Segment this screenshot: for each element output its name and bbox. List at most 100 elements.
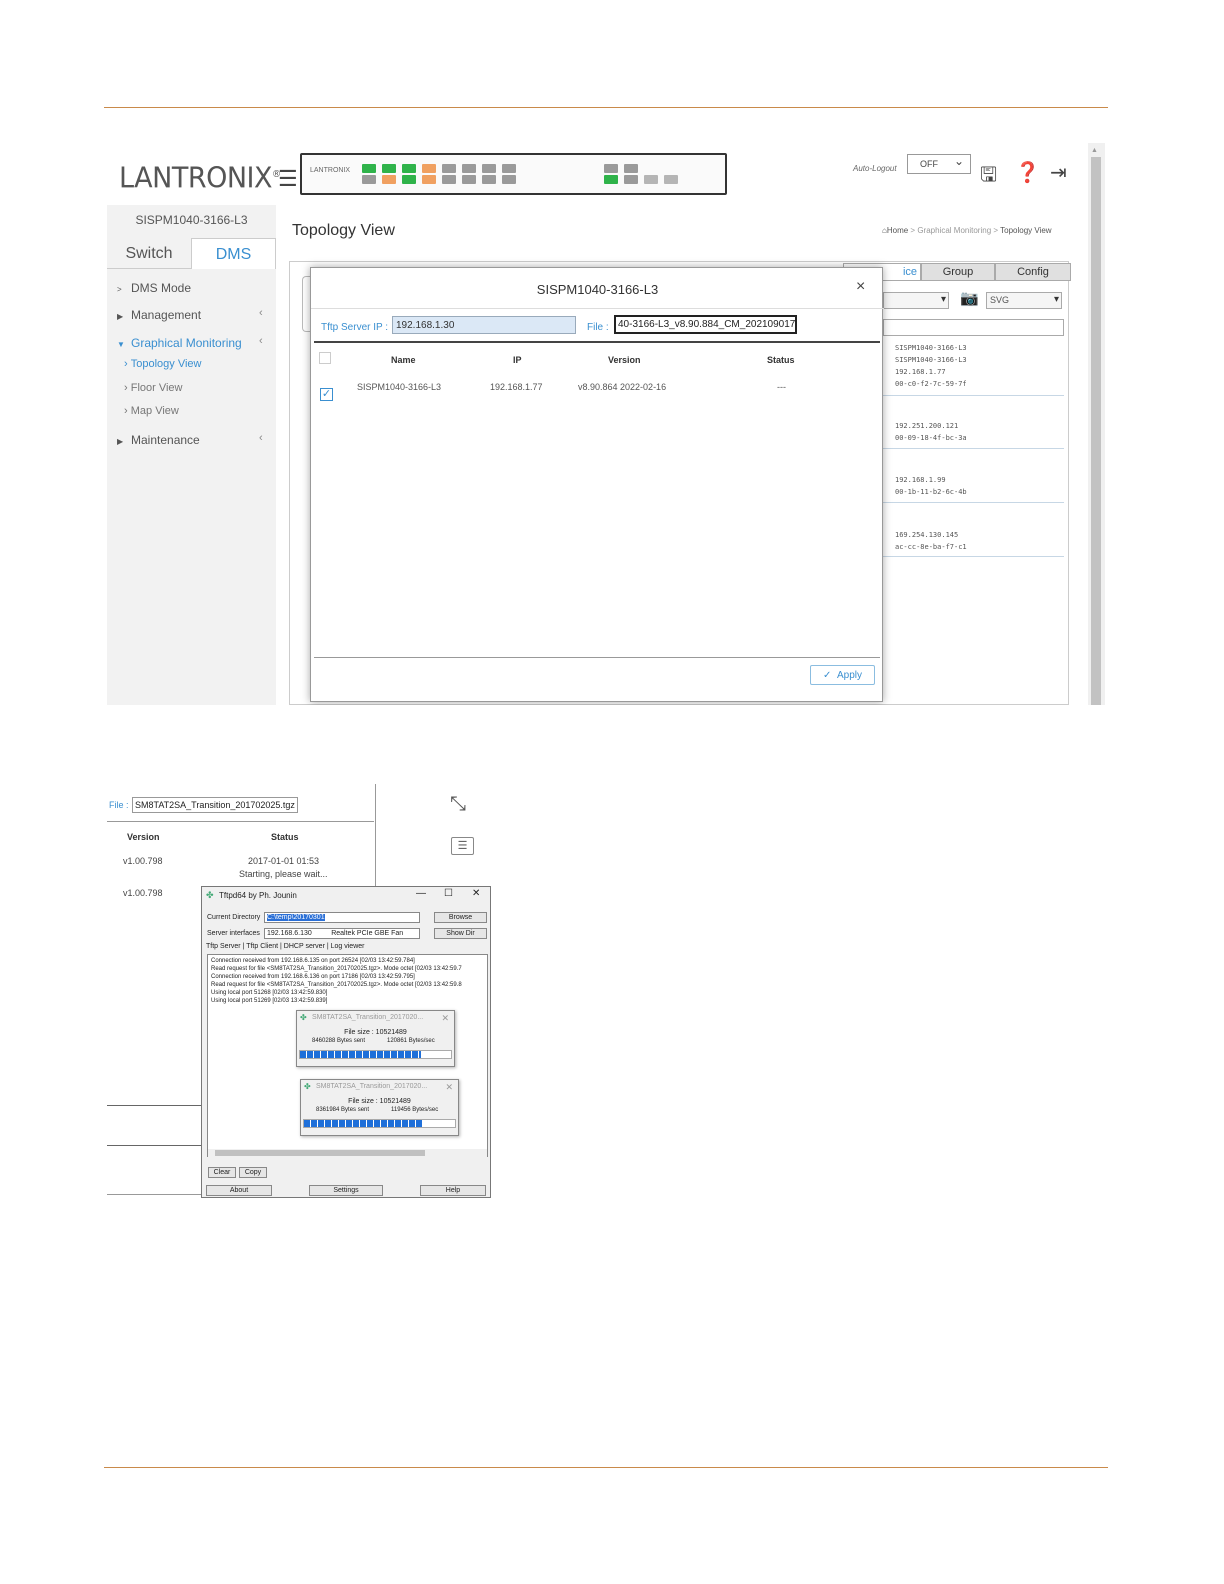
tab-dms[interactable]: DMS xyxy=(191,238,276,269)
log-line: Using local port 51269 [02/03 13:42:59.8… xyxy=(211,998,328,1004)
port-led[interactable] xyxy=(382,175,396,184)
port-led[interactable] xyxy=(604,164,618,173)
settings-button[interactable]: Settings xyxy=(309,1185,383,1196)
device-search-input[interactable] xyxy=(883,319,1064,336)
caret-right-icon: ▶ xyxy=(117,437,124,446)
transfer-rate: 119456 Bytes/sec xyxy=(391,1107,439,1113)
help-button[interactable]: Help xyxy=(420,1185,486,1196)
port-led[interactable] xyxy=(462,164,476,173)
show-dir-button[interactable]: Show Dir xyxy=(434,928,487,939)
port-led[interactable] xyxy=(502,164,516,173)
file-input[interactable]: SM8TAT2SA_Transition_201702025.tgz xyxy=(132,797,298,813)
tab-group[interactable]: Group xyxy=(921,263,995,281)
file-label: File : xyxy=(109,800,129,810)
file-input[interactable]: 40-3166-L3_v8.90.884_CM_202109017 xyxy=(614,315,797,334)
column-header-name: Name xyxy=(391,355,416,365)
port-led[interactable] xyxy=(422,175,436,184)
port-led[interactable] xyxy=(482,164,496,173)
port-led[interactable] xyxy=(442,175,456,184)
about-button[interactable]: About xyxy=(206,1185,272,1196)
port-led[interactable] xyxy=(462,175,476,184)
scrollbar-thumb[interactable] xyxy=(1091,157,1101,705)
row-checkbox[interactable]: ✓ xyxy=(320,388,333,401)
sidebar-item-graphical-monitoring[interactable]: ▼ Graphical Monitoring xyxy=(117,336,242,350)
port-led[interactable] xyxy=(422,164,436,173)
device-entry[interactable]: SISPM1040-3166-L3 SISPM1040-3166-L3 192.16… xyxy=(895,342,967,390)
modal-title: SISPM1040-3166-L3 xyxy=(536,282,659,297)
top-header: LANTRONIX® ☰ LANTRONIX Auto-Logout OFF 🖫… xyxy=(107,143,1105,205)
port-led[interactable] xyxy=(402,164,416,173)
sidebar-item-dms-mode[interactable]: > DMS Mode xyxy=(117,281,191,295)
auto-logout-select[interactable]: OFF xyxy=(907,154,971,174)
device-entry[interactable]: 169.254.130.145 ac-cc-8e-ba-f7-c1 xyxy=(895,529,967,553)
device-entry[interactable]: 192.251.200.121 00-09-18-4f-bc-3a xyxy=(895,420,967,444)
port-led[interactable] xyxy=(382,164,396,173)
port-led[interactable] xyxy=(362,164,376,173)
camera-icon[interactable]: 📷 xyxy=(960,289,979,307)
apply-button[interactable]: ✓ Apply xyxy=(810,665,875,685)
divider xyxy=(107,821,374,822)
logout-icon[interactable]: ⇥ xyxy=(1050,160,1067,185)
port-led[interactable] xyxy=(624,175,638,184)
bytes-sent: 8361984 Bytes sent xyxy=(316,1107,370,1113)
port-led[interactable] xyxy=(402,175,416,184)
port-led[interactable] xyxy=(604,175,618,184)
row-version: v1.00.798 xyxy=(123,888,163,898)
scroll-up-icon[interactable]: ▲ xyxy=(1091,147,1098,154)
server-interfaces-select[interactable]: 192.168.6.130 Realtek PCIe GBE Fan xyxy=(264,928,420,939)
list-icon[interactable]: ☰ xyxy=(451,837,474,855)
close-icon[interactable]: ✕ xyxy=(472,888,480,899)
help-icon[interactable]: ❓ xyxy=(1015,160,1040,185)
port-led[interactable] xyxy=(362,175,376,184)
auto-logout-label: Auto-Logout xyxy=(853,164,897,173)
sfp-port[interactable] xyxy=(644,175,658,184)
window-title: Tftpd64 by Ph. Jounin xyxy=(219,891,297,900)
tab-switch[interactable]: Switch xyxy=(107,238,191,269)
chevron-right-icon: > xyxy=(117,285,122,294)
sidebar: SISPM1040-3166-L3 Switch DMS > DMS Mode ▶… xyxy=(107,205,276,705)
breadcrumb-section[interactable]: Graphical Monitoring xyxy=(917,226,991,235)
close-icon[interactable]: ✕ xyxy=(441,1013,449,1024)
port-led[interactable] xyxy=(624,164,638,173)
select-all-checkbox[interactable] xyxy=(319,352,331,364)
close-icon[interactable]: × xyxy=(856,278,865,296)
sidebar-subitem-map-view[interactable]: › Map View xyxy=(124,405,179,417)
close-icon[interactable]: ✕ xyxy=(445,1082,453,1093)
port-led[interactable] xyxy=(482,175,496,184)
minimize-icon[interactable]: — xyxy=(416,888,426,899)
hamburger-icon[interactable]: ☰ xyxy=(278,166,298,192)
maximize-icon[interactable]: ☐ xyxy=(444,888,453,899)
sidebar-item-maintenance[interactable]: ▶ Maintenance xyxy=(117,433,200,447)
sidebar-subitem-topology-view[interactable]: › Topology View xyxy=(124,358,201,370)
sidebar-item-management[interactable]: ▶ Management xyxy=(117,308,201,322)
expand-icon[interactable]: ⤡ xyxy=(450,794,466,814)
tftpd-tabs[interactable]: Tftp Server | Tftp Client | DHCP server … xyxy=(206,943,364,950)
export-format-select[interactable]: SVG xyxy=(986,292,1062,309)
save-icon[interactable]: 🖫 xyxy=(980,160,997,194)
caret-down-icon: ▼ xyxy=(117,340,125,349)
caret-right-icon: ▶ xyxy=(117,312,124,321)
divider xyxy=(883,556,1064,557)
device-entry[interactable]: 192.168.1.99 00-1b-11-b2-6c-4b xyxy=(895,474,967,498)
switch-port-panel[interactable]: LANTRONIX xyxy=(300,153,727,195)
port-led[interactable] xyxy=(442,164,456,173)
tftp-server-input[interactable]: 192.168.1.30 xyxy=(392,316,576,334)
clear-button[interactable]: Clear xyxy=(208,1167,236,1178)
copy-button[interactable]: Copy xyxy=(239,1167,267,1178)
check-icon: ✓ xyxy=(823,670,832,681)
sidebar-subitem-floor-view[interactable]: › Floor View xyxy=(124,382,183,394)
progress-title: SM8TAT2SA_Transition_2017020... xyxy=(316,1083,428,1090)
browse-button[interactable]: Browse xyxy=(434,912,487,923)
breadcrumb-home[interactable]: ⌂Home xyxy=(882,226,908,235)
progress-fill xyxy=(304,1120,424,1127)
port-led[interactable] xyxy=(502,175,516,184)
row-version: v8.90.864 2022-02-16 xyxy=(578,382,667,392)
scrollbar-thumb[interactable] xyxy=(215,1150,425,1156)
upgrade-modal: SISPM1040-3166-L3 × Tftp Server IP : 192… xyxy=(310,267,884,702)
tab-config[interactable]: Config xyxy=(995,263,1071,281)
row-ip: 192.168.1.77 xyxy=(490,382,543,392)
sfp-port[interactable] xyxy=(664,175,678,184)
layout-select[interactable] xyxy=(883,292,949,309)
current-directory-select[interactable]: C:\temp\20170301 xyxy=(264,912,420,923)
chevron-left-icon: ‹ xyxy=(259,307,263,319)
